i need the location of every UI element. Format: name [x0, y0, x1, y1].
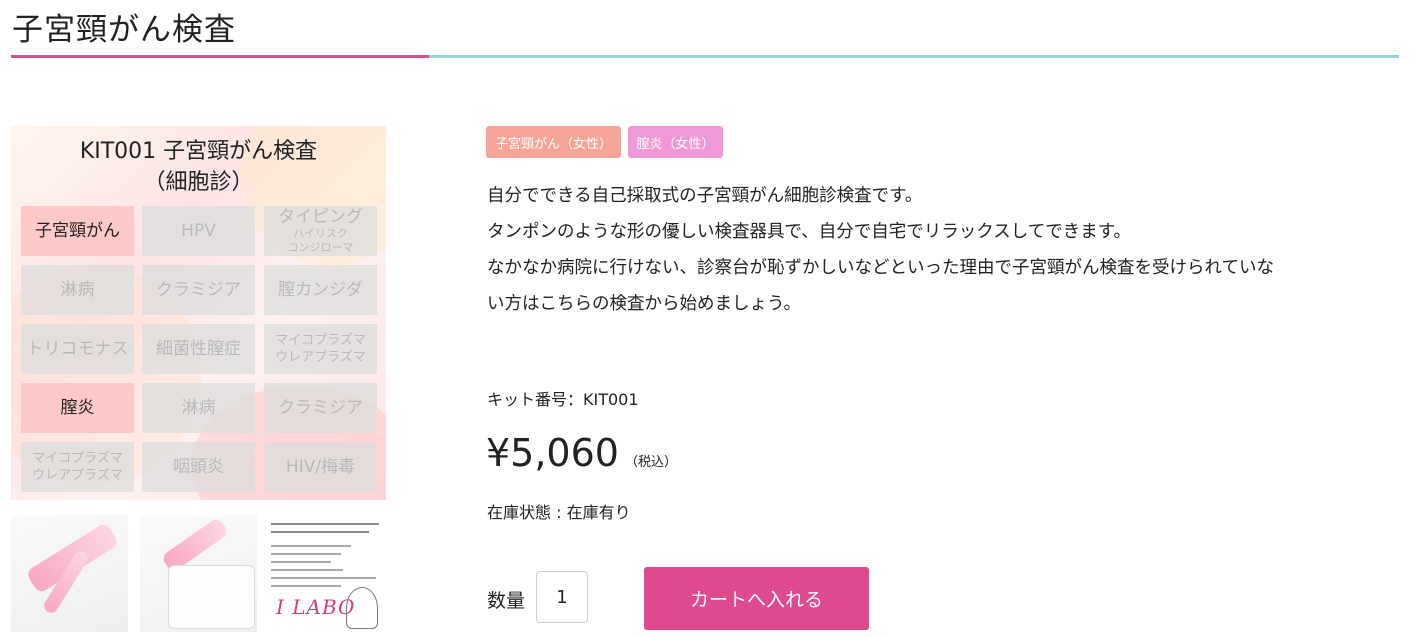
grid-cell: トリコモナス	[21, 324, 134, 374]
grid-cell: 膣カンジダ	[264, 265, 377, 315]
grid-cell-label: 膣カンジダ	[278, 279, 363, 300]
grid-cell-label: 淋病	[60, 279, 95, 300]
description-line: 自分でできる自己採取式の子宮頸がん細胞診検査です。	[487, 186, 923, 206]
kit-number: キット番号：KIT001	[487, 390, 639, 409]
quantity-label: 数量	[487, 590, 526, 612]
grid-cell-label: トリコモナス	[26, 338, 129, 359]
quantity-input[interactable]	[536, 571, 588, 623]
grid-cell-label: クラミジア	[278, 397, 363, 418]
product-thumbnail[interactable]	[11, 515, 128, 632]
grid-cell-label: マイコプラズマ ウレアプラズマ	[275, 333, 366, 365]
text-line-graphic	[271, 531, 369, 533]
grid-cell: クラミジア	[264, 383, 377, 433]
grid-cell-label: クラミジア	[156, 279, 241, 300]
tag-vaginitis[interactable]: 膣炎（女性）	[628, 126, 723, 158]
description-line: タンポンのような形の優しい検査器具で、自分で自宅でリラックスしてできます。	[487, 222, 1131, 242]
grid-cell: 淋病	[142, 383, 255, 433]
title-underline-accent	[11, 55, 429, 58]
image-kit-title-line2: （細胞診）	[143, 170, 254, 195]
kit-box-image	[168, 565, 255, 629]
grid-cell: 淋病	[21, 265, 134, 315]
grid-cell-label: HIV/梅毒	[285, 456, 356, 477]
grid-cell-label: 子宮頸がん	[35, 220, 120, 241]
description-line: い方はこちらの検査から始めましょう。	[487, 294, 801, 314]
text-line-graphic	[271, 561, 331, 563]
grid-cell: クラミジア	[142, 265, 255, 315]
grid-cell: 細菌性膣症	[142, 324, 255, 374]
text-line-graphic	[271, 523, 379, 525]
grid-cell: HPV	[142, 206, 255, 256]
text-line-graphic	[271, 585, 341, 587]
title-underline	[429, 55, 1399, 58]
grid-cell: マイコプラズマ ウレアプラズマ	[21, 442, 134, 492]
product-thumbnail[interactable]: I LABO	[268, 515, 386, 632]
tag-cervical-cancer[interactable]: 子宮頸がん（女性）	[486, 126, 621, 158]
grid-cell-sublabel: ハイリスク コンジローマ	[287, 226, 354, 254]
product-description: 自分でできる自己採取式の子宮頸がん細胞診検査です。 タンポンのような形の優しい検…	[487, 178, 1397, 322]
grid-cell: 子宮頸がん	[21, 206, 134, 256]
grid-cell: HIV/梅毒	[264, 442, 377, 492]
grid-cell-label: タイピング	[278, 206, 363, 227]
text-line-graphic	[271, 577, 376, 579]
grid-cell-label: マイコプラズマ ウレアプラズマ	[32, 451, 123, 483]
person-illustration	[346, 587, 378, 629]
grid-cell-label: 細菌性膣症	[156, 338, 241, 359]
grid-cell: 膣炎	[21, 383, 134, 433]
product-main-image[interactable]: KIT001 子宮頸がん検査 （細胞診） 子宮頸がん HPV タイピング ハイリ…	[11, 126, 386, 500]
page-title: 子宮頸がん検査	[12, 12, 236, 48]
text-line-graphic	[271, 569, 343, 571]
grid-cell-label: 淋病	[181, 397, 216, 418]
price-tax-note: （税込）	[624, 455, 677, 470]
price-amount: ¥5,060	[486, 431, 619, 475]
stock-status: 在庫状態 : 在庫有り	[487, 503, 631, 522]
description-line: なかなか病院に行けない、診察台が恥ずかしいなどといった理由で子宮頸がん検査を受け…	[487, 258, 1274, 278]
add-to-cart-button[interactable]: カートへ入れる	[644, 567, 869, 630]
image-kit-title: KIT001 子宮頸がん検査 （細胞診）	[11, 136, 386, 198]
text-line-graphic	[271, 545, 351, 547]
image-kit-title-line1: KIT001 子宮頸がん検査	[79, 139, 318, 164]
grid-cell-label: 膣炎	[60, 397, 95, 418]
price: ¥5,060 （税込）	[486, 431, 677, 475]
text-line-graphic	[271, 553, 341, 555]
grid-cell-label: HPV	[181, 220, 216, 241]
grid-cell: マイコプラズマ ウレアプラズマ	[264, 324, 377, 374]
grid-cell: 咽頭炎	[142, 442, 255, 492]
ilabo-logo: I LABO	[276, 595, 356, 619]
product-thumbnail[interactable]	[140, 515, 257, 632]
grid-cell: タイピング ハイリスク コンジローマ	[264, 206, 377, 256]
grid-cell-label: 咽頭炎	[173, 456, 224, 477]
